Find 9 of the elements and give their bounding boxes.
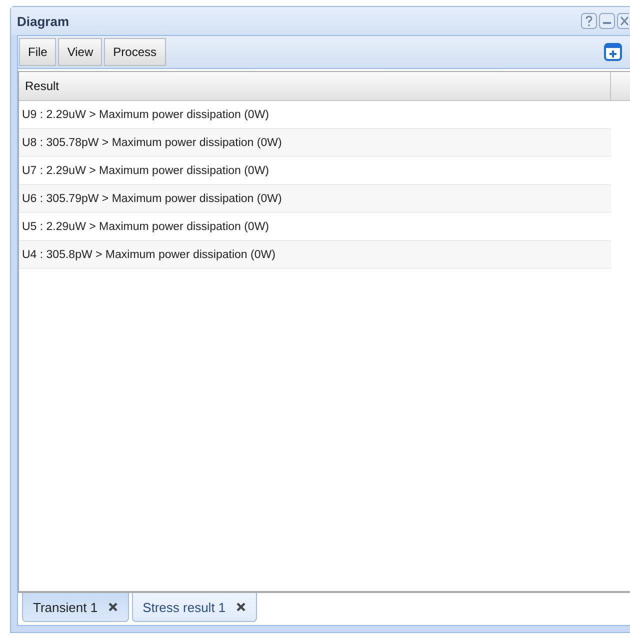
- tab[interactable]: Transient 1: [22, 593, 129, 622]
- table-row[interactable]: U6 : 305.79pW > Maximum power dissipation (0W): [19, 185, 611, 213]
- menu-button[interactable]: View: [58, 38, 102, 66]
- window-title: Diagram: [17, 14, 70, 28]
- menu-button[interactable]: Process: [104, 38, 166, 66]
- menu-button[interactable]: File: [19, 38, 56, 66]
- table-row[interactable]: U8 : 305.78pW > Maximum power dissipation (0W): [19, 129, 611, 157]
- table-row[interactable]: U4 : 305.8pW > Maximum power dissipation (0W): [19, 241, 611, 269]
- tab[interactable]: Stress result 1: [132, 593, 257, 622]
